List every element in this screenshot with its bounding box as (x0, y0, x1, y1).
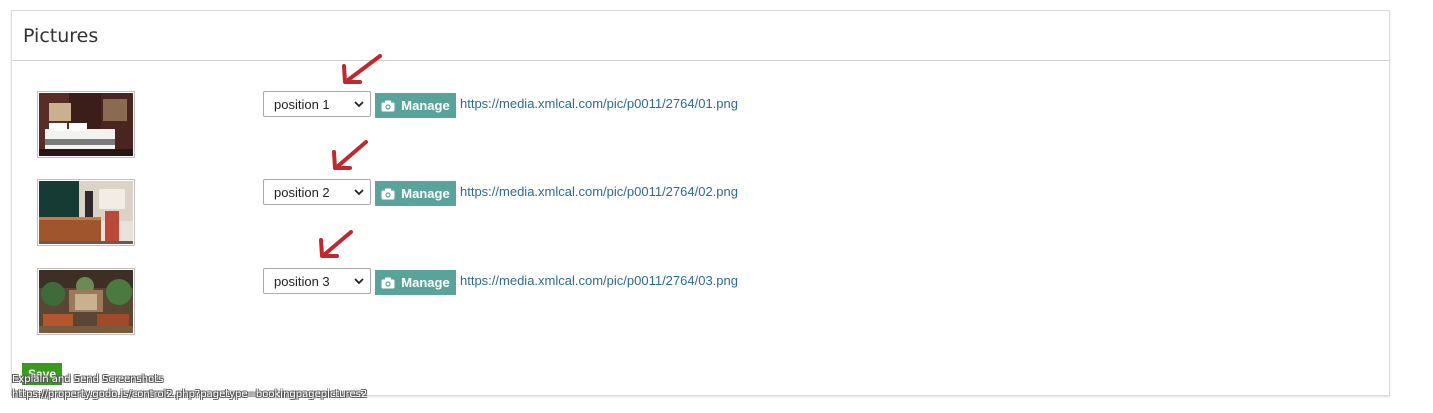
camera-icon (381, 100, 395, 111)
picture-row-1: position 1 Manage https://media.xmlcal.c… (12, 91, 1389, 159)
position-select-1[interactable]: position 1 (263, 91, 371, 117)
position-select-value: position 1 (274, 96, 330, 112)
panel-title: Pictures (23, 24, 99, 47)
picture-url-link-3[interactable]: https://media.xmlcal.com/pic/p0011/2764/… (460, 273, 738, 288)
picture-row-2: position 2 Manage https://media.xmlcal.c… (12, 179, 1389, 247)
picture-url-link-1[interactable]: https://media.xmlcal.com/pic/p0011/2764/… (460, 96, 738, 111)
red-arrow-annotation-1 (342, 54, 382, 84)
chevron-down-icon (354, 189, 364, 196)
manage-button-label: Manage (401, 186, 450, 201)
picture-thumbnail-3 (37, 268, 135, 335)
chevron-down-icon (354, 101, 364, 108)
picture-row-3: position 3 Manage https://media.xmlcal.c… (12, 268, 1389, 336)
picture-thumbnail-2 (37, 179, 135, 246)
picture-thumbnail-1 (37, 91, 135, 158)
position-select-value: position 3 (274, 273, 330, 289)
explain-screenshots-label: Explain and Send Screenshots (12, 374, 164, 385)
position-select-2[interactable]: position 2 (263, 179, 371, 205)
red-arrow-annotation-2 (332, 140, 368, 170)
chevron-down-icon (354, 278, 364, 285)
manage-button-label: Manage (401, 98, 450, 113)
camera-icon (381, 188, 395, 199)
panel-header: Pictures (12, 11, 1389, 61)
manage-button-label: Manage (401, 275, 450, 290)
pictures-panel: Pictures position 1 Manage https://media… (11, 10, 1390, 396)
manage-button-1[interactable]: Manage (375, 93, 456, 118)
position-select-3[interactable]: position 3 (263, 268, 371, 294)
camera-icon (381, 277, 395, 288)
red-arrow-annotation-3 (319, 230, 353, 258)
page-url-label: https://property.godo.is/control2.php?pa… (12, 389, 368, 400)
manage-button-3[interactable]: Manage (375, 270, 456, 295)
position-select-value: position 2 (274, 184, 330, 200)
manage-button-2[interactable]: Manage (375, 181, 456, 206)
picture-url-link-2[interactable]: https://media.xmlcal.com/pic/p0011/2764/… (460, 184, 738, 199)
